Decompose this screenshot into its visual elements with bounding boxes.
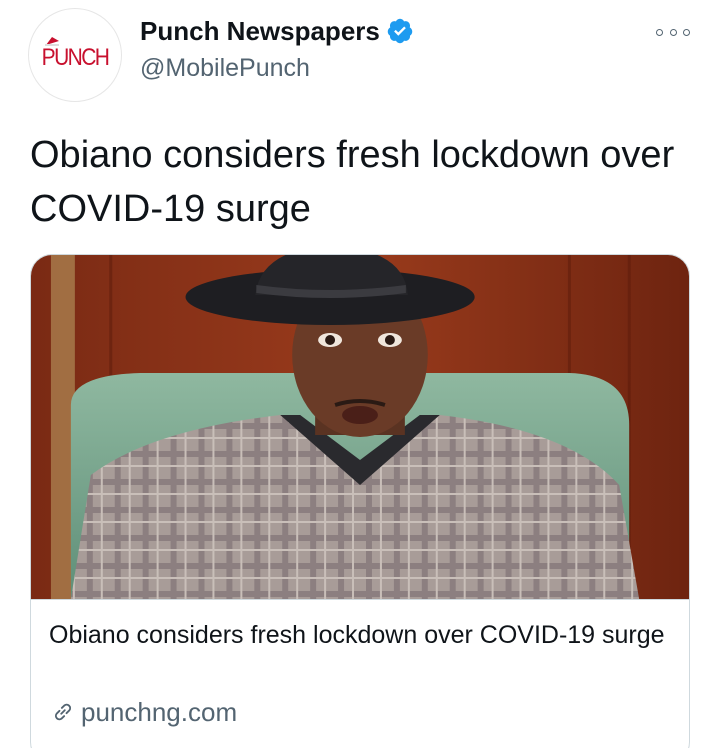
author-name-text[interactable]: Punch Newspapers — [140, 14, 380, 48]
verified-badge-icon — [387, 18, 413, 44]
card-domain-text[interactable]: punchng.com — [81, 695, 237, 729]
more-options-button[interactable] — [656, 22, 690, 42]
more-options-icon — [656, 28, 663, 36]
tweet: PUNCH Punch Newspapers @MobilePunch Obia… — [0, 0, 720, 748]
avatar-logo-text: PUNCH — [41, 44, 110, 71]
link-icon — [55, 703, 71, 721]
news-photo-image — [31, 255, 689, 599]
card-image[interactable] — [31, 255, 689, 600]
link-preview-card[interactable]: Obiano considers fresh lockdown over COV… — [30, 254, 690, 748]
more-options-icon — [669, 28, 677, 36]
card-domain[interactable]: punchng.com — [49, 695, 237, 729]
card-title[interactable]: Obiano considers fresh lockdown over COV… — [49, 617, 669, 653]
author-avatar[interactable]: PUNCH — [28, 8, 122, 102]
author-handle[interactable]: @MobilePunch — [140, 52, 310, 84]
author-name[interactable]: Punch Newspapers — [140, 14, 414, 48]
more-options-icon — [683, 28, 690, 36]
tweet-text: Obiano considers fresh lockdown over COV… — [30, 134, 675, 230]
